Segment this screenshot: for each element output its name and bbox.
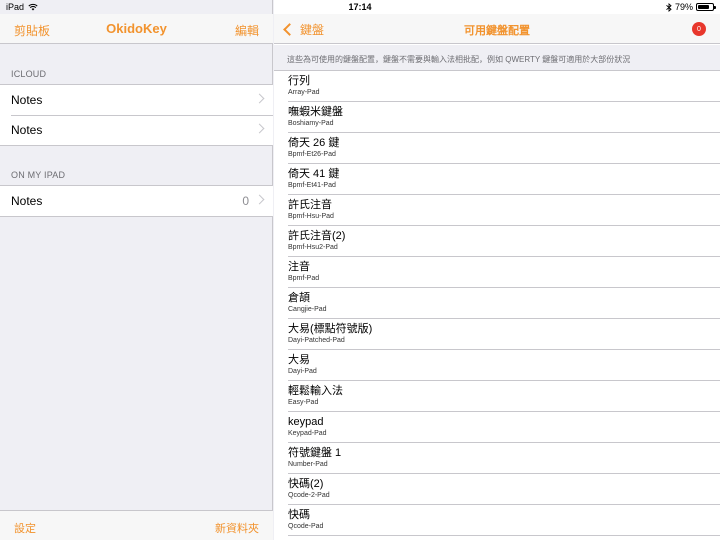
keyboard-name: 大易 — [288, 354, 310, 366]
keyboard-list-item[interactable]: 大易 Dayi-Pad — [274, 350, 720, 381]
back-button-label: 鍵盤 — [300, 23, 325, 37]
keyboard-name: 倚天 41 鍵 — [288, 168, 340, 180]
folder-row[interactable]: Notes 0 — [0, 186, 273, 216]
page-title: 可用鍵盤配置 — [464, 25, 530, 37]
section-header-icloud: ICLOUD — [11, 69, 47, 79]
note-count: 0 — [242, 194, 249, 208]
keyboard-id: Array-Pad — [288, 89, 320, 96]
keyboard-id: Bpmf-Hsu-Pad — [288, 213, 334, 220]
chevron-right-icon — [254, 194, 265, 205]
keyboard-list-item[interactable]: 大易(標點符號版) Dayi-Patched-Pad — [274, 319, 720, 350]
keyboard-list-item[interactable]: 符號鍵盤 1 Number-Pad — [274, 443, 720, 474]
chevron-right-icon — [254, 93, 265, 104]
keyboard-name: 輕鬆輸入法 — [288, 385, 343, 397]
keyboard-list: 行列 Array-Pad 嘸蝦米鍵盤 Boshiamy-Pad 倚天 26 鍵 Bpmf-… — [274, 71, 720, 536]
local-group: Notes 0 — [0, 185, 273, 217]
keyboard-id: Number-Pad — [288, 461, 328, 468]
keyboard-name: 許氏注音(2) — [288, 230, 346, 242]
keyboard-layouts-panel: 鍵盤 可用鍵盤配置 0 這些為可使用的鍵盤配置，鍵盤不需要與輸入法相批配，例如 … — [274, 0, 720, 540]
keyboard-name: keypad — [288, 416, 324, 428]
keyboard-id: Bpmf-Hsu2-Pad — [288, 244, 338, 251]
folder-list-panel: 剪貼板 OkidoKey 編輯 ICLOUD Notes Notes ON MY… — [0, 0, 273, 540]
keyboard-name: 嘸蝦米鍵盤 — [288, 106, 343, 118]
battery-percent: 79% — [674, 2, 693, 12]
notification-badge[interactable]: 0 — [692, 22, 706, 36]
keyboard-id: Bpmf-Pad — [288, 275, 320, 282]
bluetooth-icon — [666, 2, 672, 12]
keyboard-id: Qcode-2-Pad — [288, 492, 330, 499]
keyboard-id: Keypad-Pad — [288, 430, 327, 437]
folder-row[interactable]: Notes — [0, 115, 273, 145]
keyboard-list-item[interactable]: 倚天 26 鍵 Bpmf-Et26-Pad — [274, 133, 720, 164]
back-button[interactable]: 鍵盤 — [282, 21, 324, 38]
keyboard-name: 行列 — [288, 75, 310, 87]
keyboard-id: Easy-Pad — [288, 399, 319, 406]
keyboard-list-item[interactable]: 倚天 41 鍵 Bpmf-Et41-Pad — [274, 164, 720, 195]
keyboard-id: Dayi-Patched-Pad — [288, 337, 345, 344]
edit-button[interactable]: 編輯 — [235, 22, 259, 39]
folder-label: Notes — [11, 123, 43, 137]
keyboard-id: Boshiamy-Pad — [288, 120, 334, 127]
left-nav-bar: 剪貼板 OkidoKey 編輯 — [0, 14, 273, 44]
keyboard-list-item[interactable]: 注音 Bpmf-Pad — [274, 257, 720, 288]
left-toolbar: 設定 新資料夾 — [0, 510, 273, 540]
keyboard-id: Bpmf-Et41-Pad — [288, 182, 336, 189]
keyboard-id: Bpmf-Et26-Pad — [288, 151, 336, 158]
keyboard-name: 倉頡 — [288, 292, 310, 304]
keyboard-name: 倚天 26 鍵 — [288, 137, 340, 149]
keyboard-name: 符號鍵盤 1 — [288, 447, 342, 459]
battery-icon — [696, 3, 716, 11]
clipboard-button[interactable]: 剪貼板 — [14, 22, 50, 39]
folder-label: Notes — [11, 93, 43, 107]
keyboard-id: Cangjie-Pad — [288, 306, 327, 313]
keyboard-name: 快碼(2) — [288, 478, 324, 490]
keyboard-list-item[interactable]: 許氏注音(2) Bpmf-Hsu2-Pad — [274, 226, 720, 257]
wifi-icon — [28, 3, 38, 11]
keyboard-id: Dayi-Pad — [288, 368, 317, 375]
keyboard-list-item[interactable]: 快碼 Qcode-Pad — [274, 505, 720, 536]
keyboard-list-item[interactable]: keypad Keypad-Pad — [274, 412, 720, 443]
keyboard-name: 快碼 — [288, 509, 310, 521]
keyboard-list-item[interactable]: 倉頡 Cangjie-Pad — [274, 288, 720, 319]
folder-label: Notes — [11, 194, 43, 208]
right-nav-bar: 鍵盤 可用鍵盤配置 0 — [274, 14, 720, 44]
chevron-right-icon — [254, 123, 265, 134]
keyboard-name: 許氏注音 — [288, 199, 332, 211]
keyboard-list-item[interactable]: 許氏注音 Bpmf-Hsu-Pad — [274, 195, 720, 226]
keyboard-name: 大易(標點符號版) — [288, 323, 373, 335]
icloud-group: Notes Notes — [0, 84, 273, 146]
keyboard-list-item[interactable]: 嘸蝦米鍵盤 Boshiamy-Pad — [274, 102, 720, 133]
folder-row[interactable]: Notes — [0, 85, 273, 115]
new-folder-button[interactable]: 新資料夾 — [215, 520, 259, 536]
battery-fill — [698, 5, 710, 9]
keyboard-name: 注音 — [288, 261, 310, 273]
description-text: 這些為可使用的鍵盤配置，鍵盤不需要與輸入法相批配，例如 QWERTY 鍵盤可適用… — [274, 45, 720, 71]
settings-button[interactable]: 設定 — [14, 520, 36, 536]
section-header-on-my-ipad: ON MY IPAD — [11, 170, 66, 180]
keyboard-id: Qcode-Pad — [288, 523, 324, 530]
keyboard-list-item[interactable]: 快碼(2) Qcode-2-Pad — [274, 474, 720, 505]
chevron-left-icon — [283, 23, 296, 36]
device-label: iPad — [6, 2, 25, 12]
keyboard-list-item[interactable]: 行列 Array-Pad — [274, 71, 720, 102]
keyboard-list-item[interactable]: 輕鬆輸入法 Easy-Pad — [274, 381, 720, 412]
status-bar: iPad 17:14 79% — [0, 0, 720, 14]
